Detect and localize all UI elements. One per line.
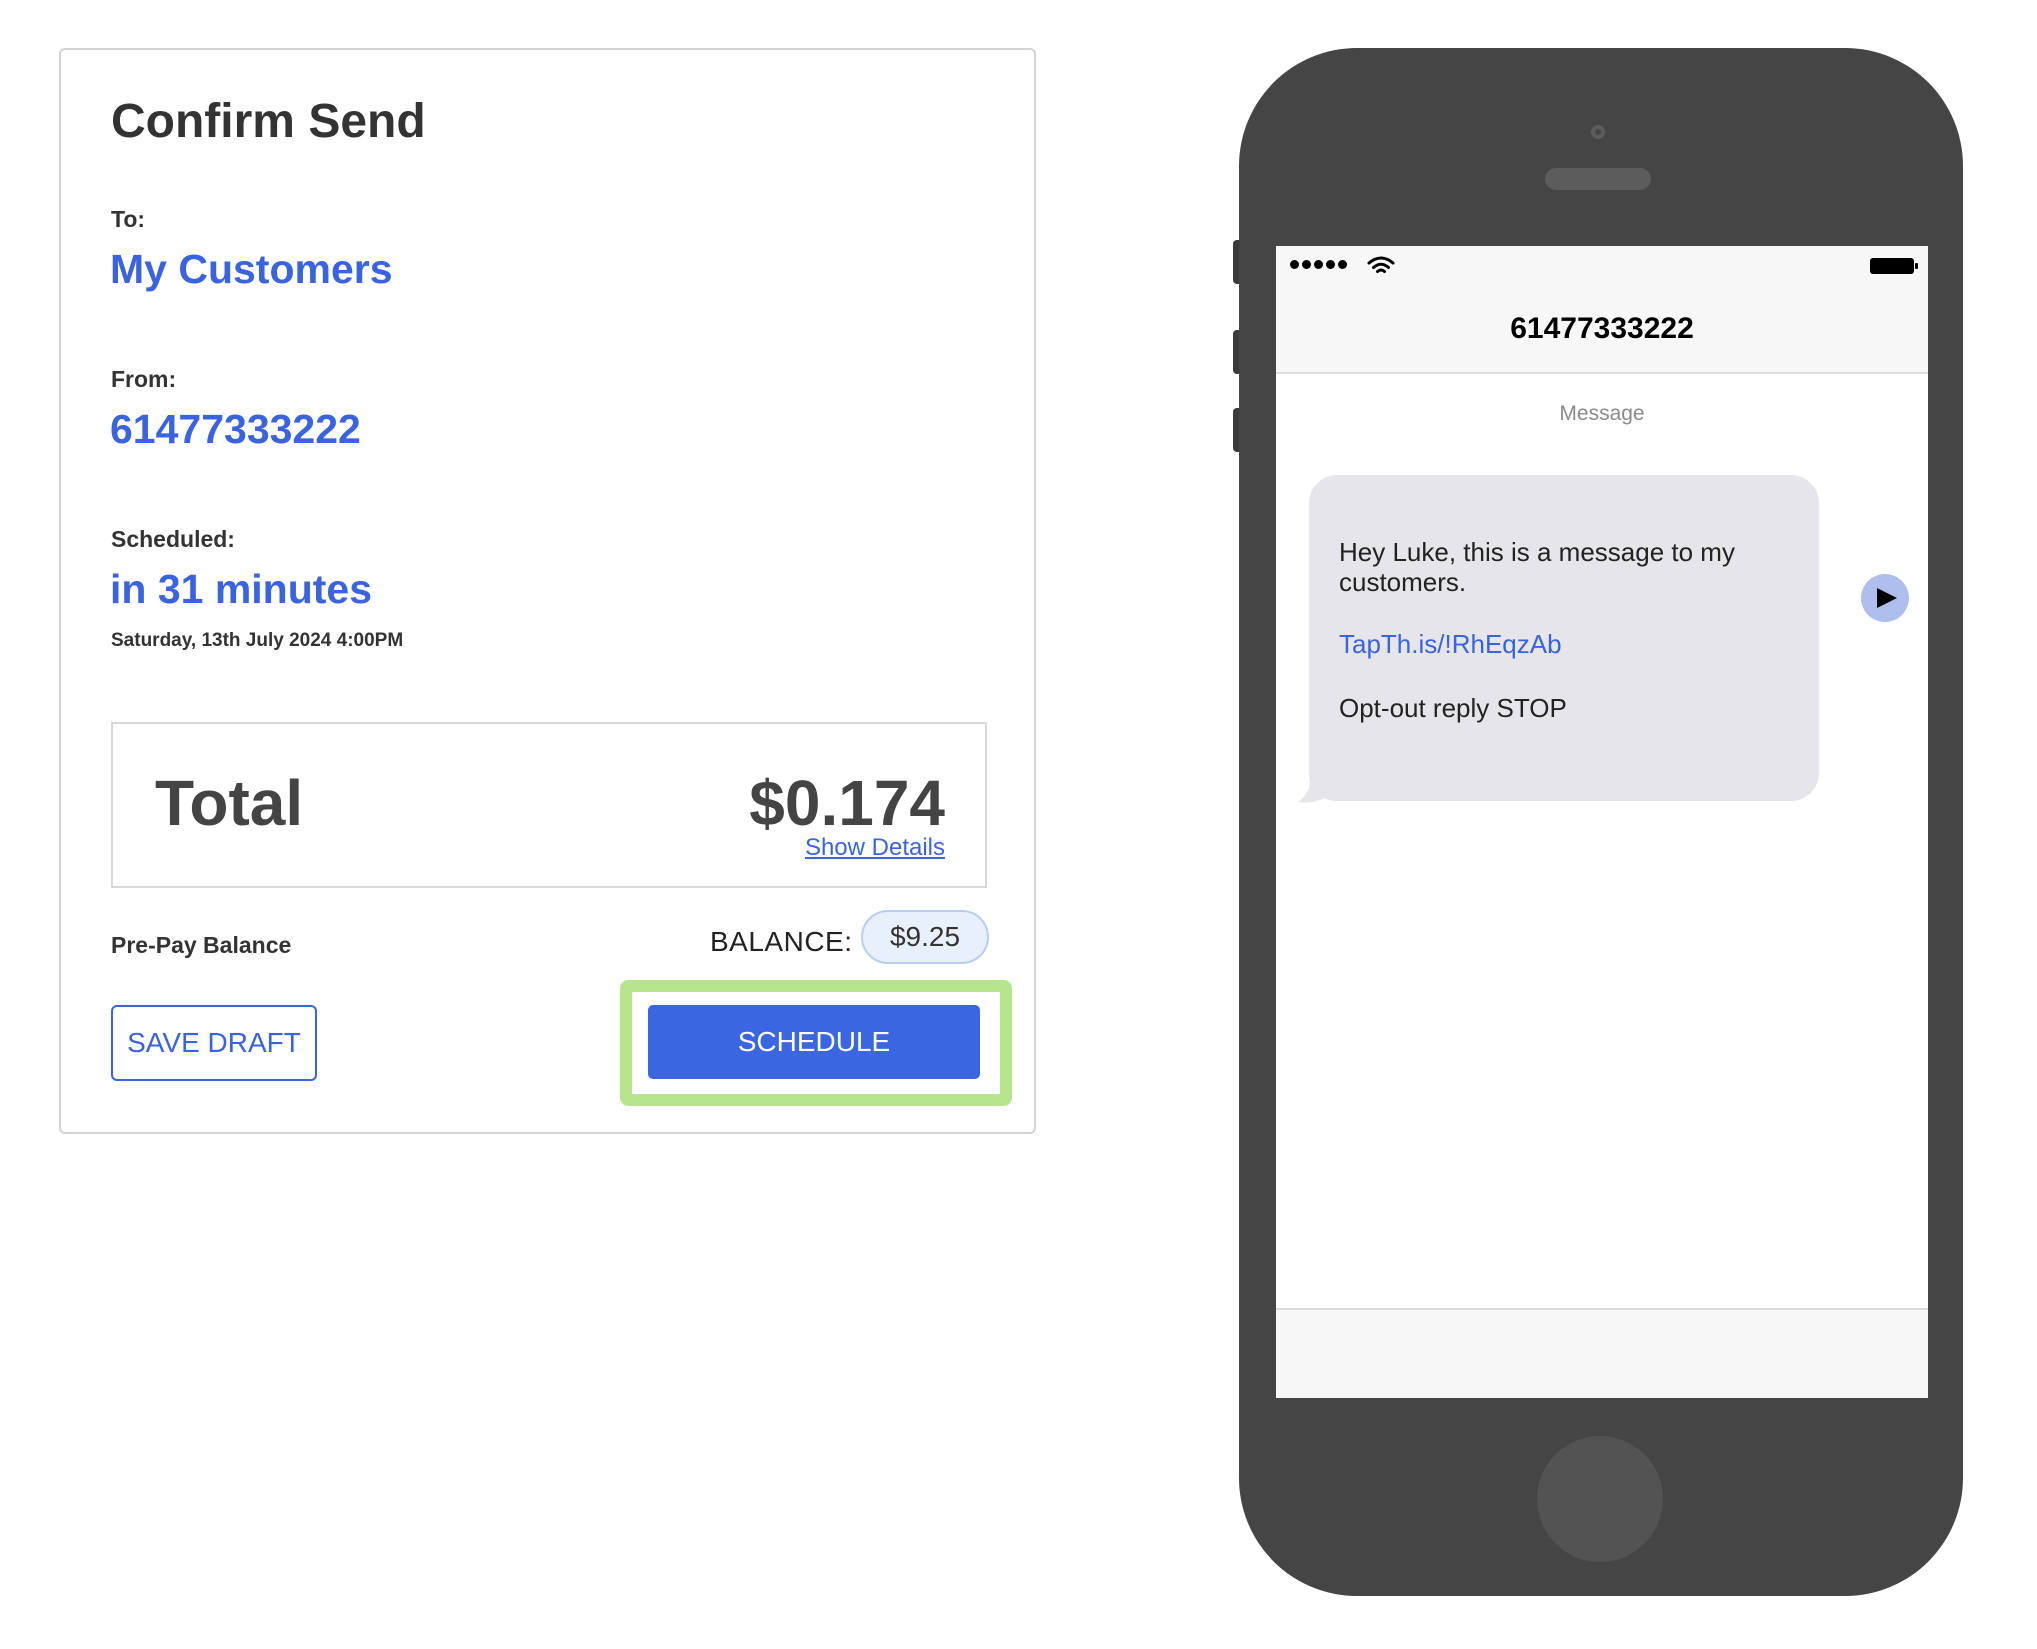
to-value[interactable]: My Customers bbox=[110, 246, 393, 293]
message-section-label: Message bbox=[1559, 402, 1645, 425]
home-button[interactable] bbox=[1537, 1436, 1663, 1562]
page-title: Confirm Send bbox=[111, 95, 426, 148]
scheduled-label: Scheduled: bbox=[111, 526, 235, 552]
signal-dots-icon bbox=[1290, 260, 1347, 269]
save-draft-button[interactable]: SAVE DRAFT bbox=[111, 1005, 317, 1081]
confirm-send-card: Confirm Send To: My Customers From: 6147… bbox=[59, 48, 1036, 1134]
play-icon bbox=[1877, 588, 1897, 608]
total-label: Total bbox=[155, 767, 304, 839]
total-box: Total $0.174 Show Details bbox=[111, 722, 987, 888]
total-amount: $0.174 bbox=[749, 767, 945, 839]
schedule-button[interactable]: SCHEDULE bbox=[648, 1005, 980, 1079]
balance-label: BALANCE: bbox=[710, 926, 853, 957]
show-details-link[interactable]: Show Details bbox=[805, 834, 945, 862]
from-label: From: bbox=[111, 366, 177, 392]
status-bar bbox=[1276, 246, 1928, 286]
message-link[interactable]: TapTh.is/!RhEqzAb bbox=[1339, 629, 1789, 659]
wifi-icon bbox=[1367, 256, 1395, 273]
message-optout: Opt-out reply STOP bbox=[1339, 693, 1567, 723]
battery-icon bbox=[1870, 258, 1918, 274]
play-button[interactable] bbox=[1861, 574, 1909, 622]
scheduled-value[interactable]: in 31 minutes bbox=[110, 566, 372, 613]
message-text: Hey Luke, this is a message to my custom… bbox=[1339, 537, 1735, 597]
conversation-header: 61477333222 bbox=[1276, 286, 1928, 374]
balance-badge: $9.25 bbox=[861, 910, 989, 964]
from-value[interactable]: 61477333222 bbox=[110, 406, 361, 453]
speaker-icon bbox=[1545, 168, 1651, 190]
prepay-balance-label: Pre-Pay Balance bbox=[111, 932, 292, 958]
message-input-bar[interactable] bbox=[1276, 1308, 1928, 1398]
camera-icon bbox=[1591, 125, 1605, 139]
to-label: To: bbox=[111, 206, 146, 232]
phone-screen: 61477333222 Message Hey Luke, this is a … bbox=[1276, 246, 1928, 1398]
scheduled-datetime: Saturday, 13th July 2024 4:00PM bbox=[111, 630, 404, 651]
contact-number: 61477333222 bbox=[1510, 312, 1694, 345]
message-bubble: Hey Luke, this is a message to my custom… bbox=[1309, 475, 1819, 801]
